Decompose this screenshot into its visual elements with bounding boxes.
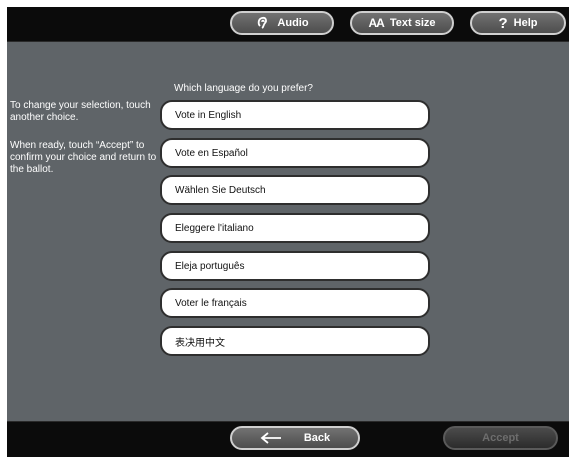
instruction-change-selection: To change your selection, touch another … — [10, 100, 151, 123]
text-size-label: Text size — [389, 17, 436, 29]
choice-italian[interactable]: Eleggere l'italiano — [160, 213, 430, 243]
choice-spanish[interactable]: Vote en Español — [160, 138, 430, 168]
text-size-button[interactable]: AA Text size — [350, 11, 454, 35]
choice-french[interactable]: Voter le français — [160, 288, 430, 318]
audio-button[interactable]: Audio — [230, 11, 334, 35]
text-size-icon: AA — [368, 16, 385, 30]
back-label: Back — [303, 432, 331, 444]
choice-chinese[interactable]: 表决用中文 — [160, 326, 430, 356]
ballot-frame: Audio AA Text size ? Help To change your… — [7, 7, 569, 457]
arrow-left-icon — [260, 432, 282, 444]
instructions-panel: To change your selection, touch another … — [10, 100, 160, 192]
ear-icon — [255, 15, 271, 31]
back-button[interactable]: Back — [230, 426, 360, 450]
help-label: Help — [513, 17, 538, 29]
top-toolbar: Audio AA Text size ? Help — [7, 7, 569, 42]
choice-portuguese[interactable]: Eleja português — [160, 251, 430, 281]
choice-german[interactable]: Wählen Sie Deutsch — [160, 175, 430, 205]
help-button[interactable]: ? Help — [470, 11, 566, 35]
accept-label: Accept — [482, 432, 519, 444]
choice-english[interactable]: Vote in English — [160, 100, 430, 130]
audio-label: Audio — [277, 17, 309, 29]
language-prompt: Which language do you prefer? — [174, 83, 313, 94]
instruction-accept: When ready, touch “Accept” to confirm yo… — [10, 140, 157, 175]
question-mark-icon: ? — [498, 14, 508, 32]
accept-button[interactable]: Accept — [443, 426, 558, 450]
bottom-toolbar: Back Accept — [7, 421, 569, 457]
